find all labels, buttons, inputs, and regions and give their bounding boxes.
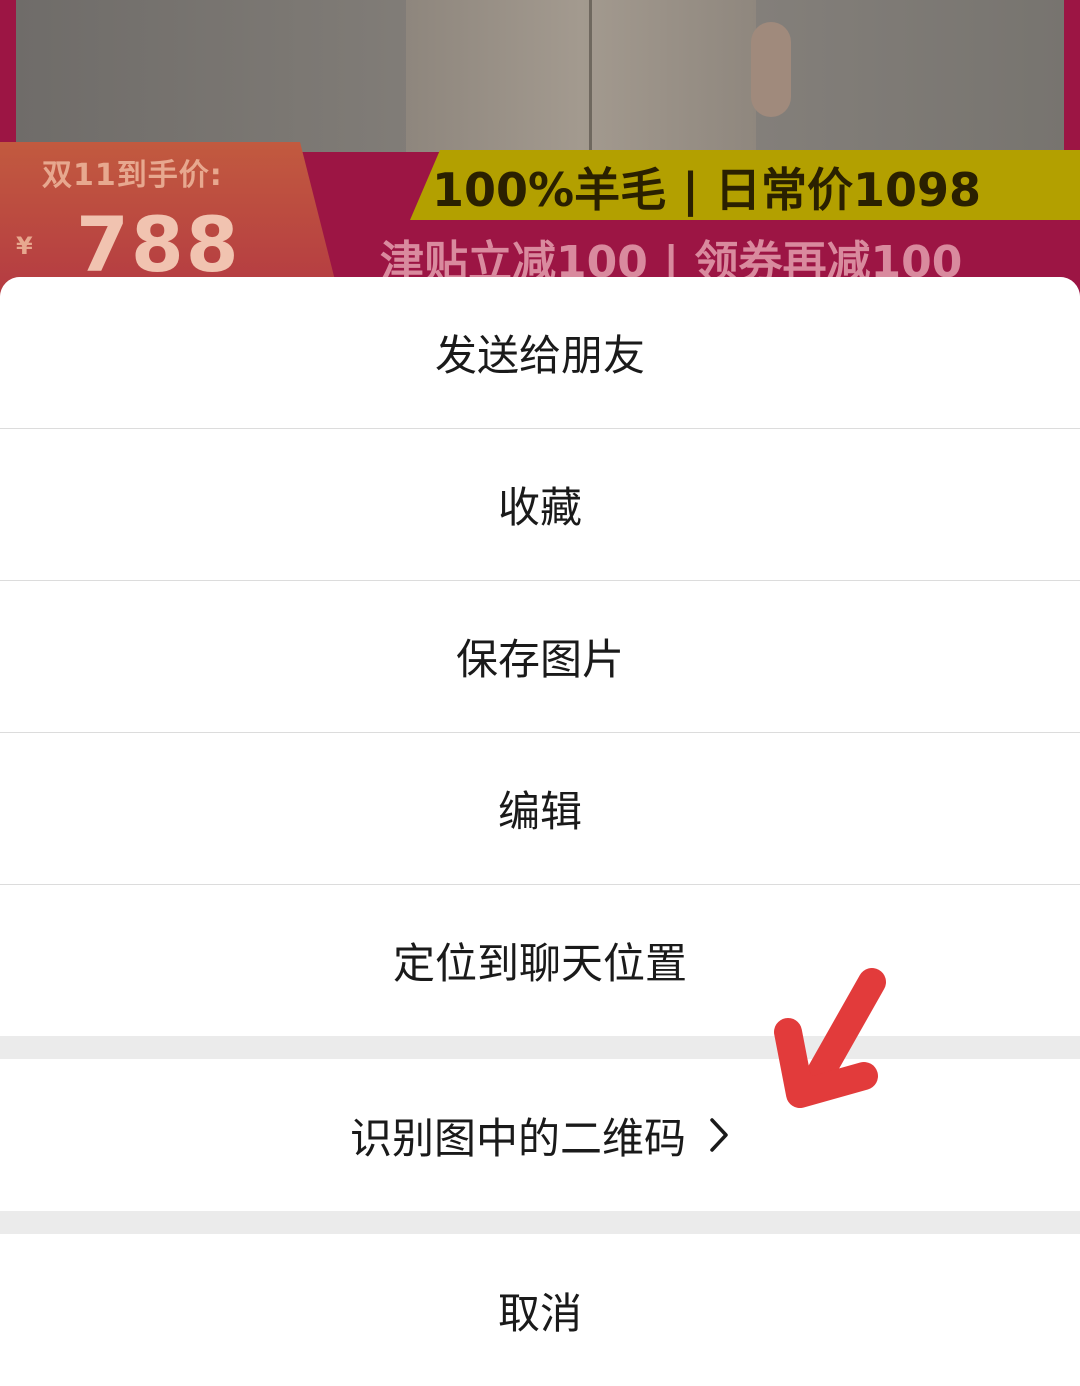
currency-symbol: ¥ <box>16 232 33 260</box>
save-image-label: 保存图片 <box>455 635 624 684</box>
coat-image <box>406 0 791 152</box>
screen: 双11到手价: ¥ 788 100%羊毛 | 日常价1098 津贴立减100 |… <box>0 0 1080 1386</box>
action-sheet: 发送给朋友 收藏 保存图片 编辑 定位到聊天位置 识别图中的二维码 取消 <box>0 277 1080 1386</box>
cancel-button[interactable]: 取消 <box>0 1234 1080 1386</box>
edit-button[interactable]: 编辑 <box>0 733 1080 884</box>
save-image-button[interactable]: 保存图片 <box>0 581 1080 732</box>
send-to-friend-button[interactable]: 发送给朋友 <box>0 277 1080 428</box>
chevron-right-icon <box>708 1117 730 1153</box>
locate-in-chat-button[interactable]: 定位到聊天位置 <box>0 885 1080 1036</box>
price-label: 双11到手价: <box>42 158 223 193</box>
scan-qr-code-button[interactable]: 识别图中的二维码 <box>0 1059 1080 1211</box>
edit-label: 编辑 <box>497 787 582 836</box>
coat-seam <box>589 0 592 152</box>
scan-qr-code-label: 识别图中的二维码 <box>349 1113 686 1163</box>
favorite-button[interactable]: 收藏 <box>0 429 1080 580</box>
favorite-label: 收藏 <box>497 483 582 532</box>
hand-image <box>751 22 791 117</box>
product-image-banner: 双11到手价: ¥ 788 100%羊毛 | 日常价1098 津贴立减100 |… <box>0 0 1080 300</box>
highlight-text: 100%羊毛 | 日常价1098 <box>432 163 981 217</box>
price-value: 788 <box>76 200 241 289</box>
cancel-label: 取消 <box>497 1288 582 1338</box>
locate-in-chat-label: 定位到聊天位置 <box>392 939 687 988</box>
send-to-friend-label: 发送给朋友 <box>434 331 645 380</box>
product-photo <box>16 0 1064 152</box>
